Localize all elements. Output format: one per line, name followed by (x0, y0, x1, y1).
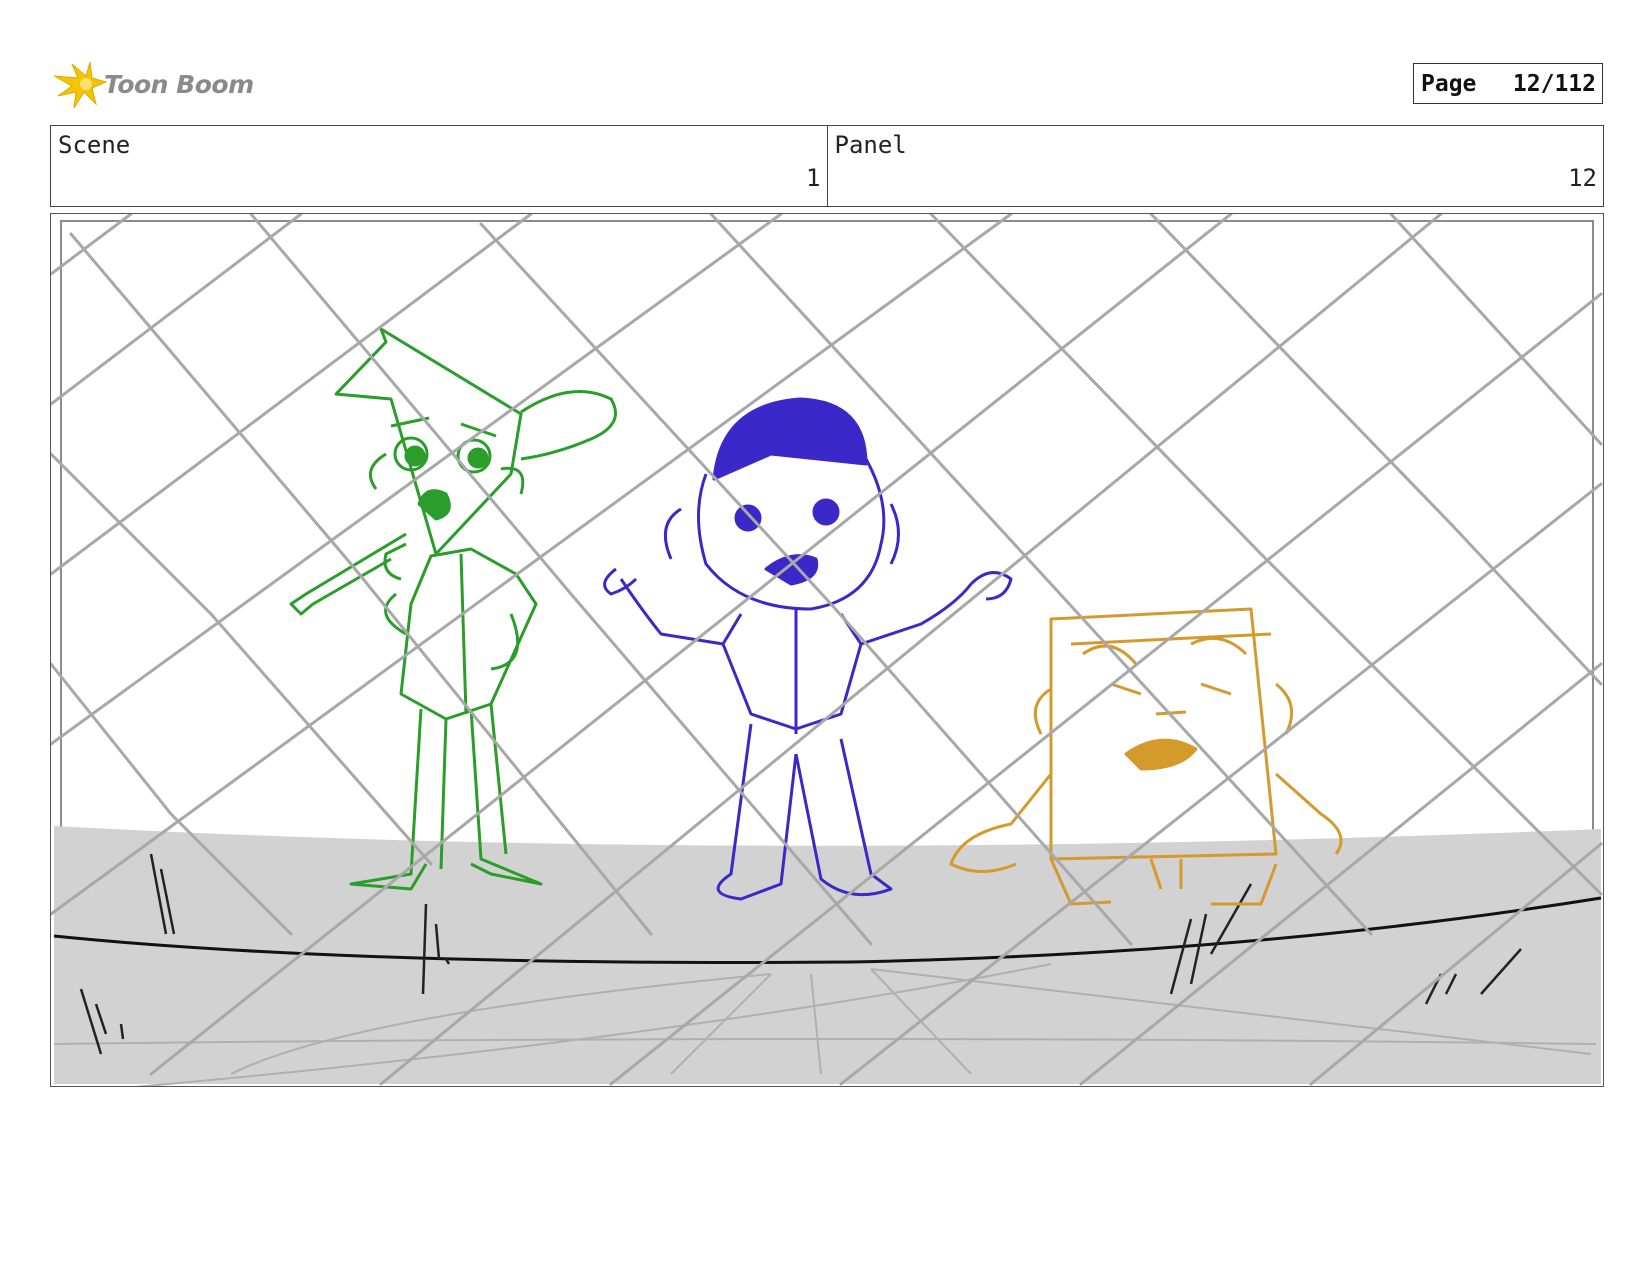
scene-cell: Scene 1 (51, 126, 827, 206)
panel-number: 12 (1568, 164, 1597, 192)
toon-boom-star-icon (53, 61, 108, 109)
page-label: Page (1421, 70, 1477, 97)
toon-boom-logo: Toon Boom (52, 56, 262, 112)
page-number: 12/112 (1512, 70, 1596, 97)
logo-text: Toon Boom (104, 69, 254, 99)
panel-label: Panel (834, 131, 907, 159)
page-indicator: Page 12/112 (1413, 63, 1603, 104)
panel-drawing (51, 214, 1603, 1086)
scene-number: 1 (806, 164, 821, 192)
scene-label: Scene (58, 131, 131, 159)
panel-cell: Panel 12 (826, 126, 1604, 206)
storyboard-panel (50, 213, 1604, 1087)
ground-area (54, 826, 1601, 1084)
green-character (289, 327, 617, 891)
scene-panel-info: Scene 1 Panel 12 (50, 125, 1604, 207)
